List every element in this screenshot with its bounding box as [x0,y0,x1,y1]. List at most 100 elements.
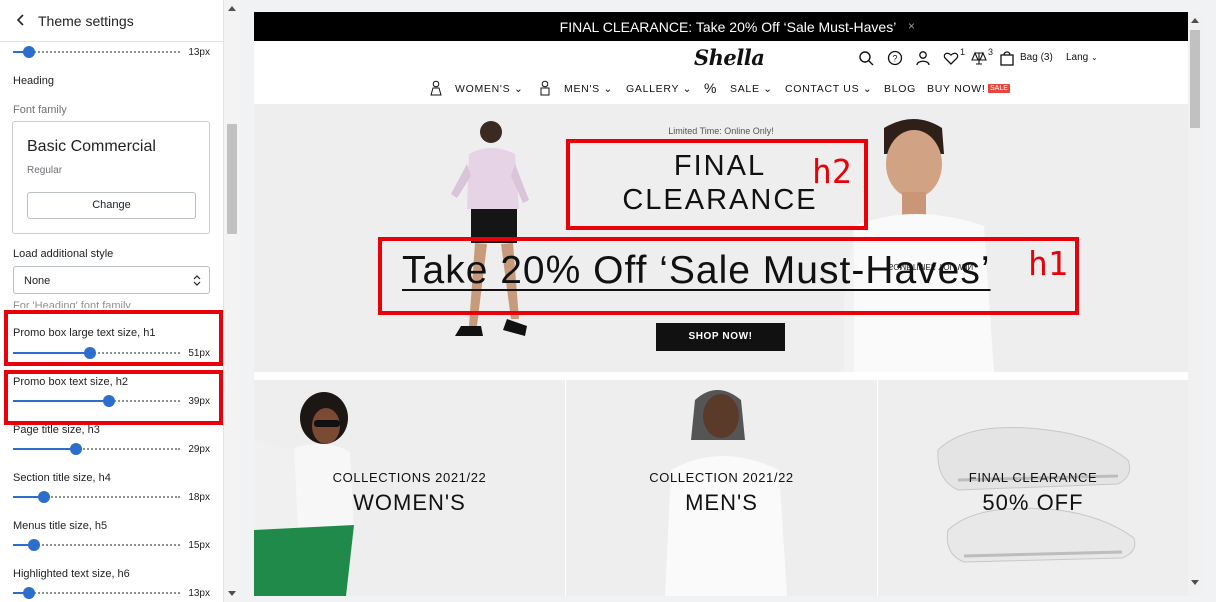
search-icon[interactable] [858,50,874,66]
announcement-bar: FINAL CLEARANCE: Take 20% Off ‘Sale Must… [254,12,1202,41]
mens-collection-image [665,390,787,596]
bag-label[interactable]: Bag (3) [1020,52,1053,63]
wishlist-icon[interactable] [943,50,959,66]
panel-title: Theme settings [38,13,134,29]
h3-size-slider[interactable]: 29px [13,443,210,455]
load-style-select[interactable]: None [13,266,210,294]
nav-label: MEN'S [564,83,600,95]
collection-card-womens[interactable]: COLLECTIONS 2021/22 WOMEN'S [254,380,565,596]
nav-item-gallery[interactable]: GALLERY ⌄ [626,83,692,95]
top-size-slider[interactable]: 13px [13,46,210,58]
select-arrows-icon [193,275,201,286]
scroll-up-icon[interactable] [1191,18,1199,23]
load-style-value: None [24,275,51,287]
collection-title: WOMEN'S [353,490,466,515]
nav-label: GALLERY [626,83,679,95]
compare-count: 3 [988,47,994,57]
slider-value: 13px [188,588,210,599]
load-style-note: For 'Heading' font family [13,300,131,308]
hero-kicker: Limited Time: Online Only! [668,126,774,136]
nav-item-contact[interactable]: CONTACT US ⌄ [785,83,872,95]
collection-kicker: FINAL CLEARANCE [968,470,1098,485]
nav-item-buy-now[interactable]: BUY NOW! [927,83,986,95]
slider-thumb[interactable] [28,539,40,551]
h1-highlight-box [378,237,1079,315]
change-font-button[interactable]: Change [27,192,196,219]
chevron-down-icon: ⌄ [862,83,873,95]
lang-label: Lang [1066,52,1089,63]
nav-label: SALE [730,83,760,95]
scroll-up-icon[interactable] [228,6,236,11]
sale-badge: SALE [988,84,1010,93]
h1-setting-highlight [4,310,223,366]
slider-thumb[interactable] [70,443,82,455]
collection-card-clearance[interactable]: FINAL CLEARANCE 50% OFF [878,380,1188,596]
h2-annotation: h2 [812,152,852,191]
collection-title: MEN'S [685,490,758,515]
load-style-label: Load additional style [13,248,114,260]
panel-scroll-thumb[interactable] [227,124,237,234]
collection-title: 50% OFF [982,490,1084,515]
bag-icon[interactable] [999,50,1015,66]
h3-size-label: Page title size, h3 [13,424,100,436]
svg-text:?: ? [892,54,897,64]
slider-thumb[interactable] [23,46,35,58]
compare-icon[interactable] [971,50,987,66]
back-arrow-icon[interactable] [14,12,28,28]
h2-setting-highlight [4,370,223,425]
nav-item-womens[interactable]: WOMEN'S ⌄ [455,83,523,95]
nav-item-mens[interactable]: MEN'S ⌄ [564,83,613,95]
theme-settings-panel: Theme settings 13px Heading Font family … [0,0,224,602]
heading-section-title: Heading [13,75,54,87]
scroll-down-icon[interactable] [1191,580,1199,585]
slider-thumb[interactable] [38,491,50,503]
slider-value: 18px [188,492,210,503]
help-icon[interactable]: ? [887,50,903,66]
men-icon [540,80,550,96]
nav-item-blog[interactable]: BLOG [884,83,916,95]
scroll-down-icon[interactable] [228,591,236,596]
women-icon [430,80,442,96]
font-family-card: Basic Commercial Regular Change [12,121,210,234]
nav-label: CONTACT US [785,83,860,95]
panel-scrollbar[interactable] [224,0,240,602]
font-name: Basic Commercial [27,138,156,155]
percent-icon: % [704,80,718,96]
font-style: Regular [27,165,63,176]
announcement-text[interactable]: FINAL CLEARANCE: Take 20% Off ‘Sale Must… [254,19,1202,35]
nav-label: WOMEN'S [455,83,511,95]
h5-size-slider[interactable]: 15px [13,539,210,551]
store-logo[interactable]: Shella [694,45,765,70]
h4-size-label: Section title size, h4 [13,472,111,484]
h4-size-slider[interactable]: 18px [13,491,210,503]
account-icon[interactable] [915,50,931,66]
chevron-down-icon: ⌄ [603,83,613,95]
chevron-down-icon: ⌄ [513,83,524,95]
woman-model-image [451,121,529,336]
chevron-down-icon: ⌄ [763,83,773,95]
collection-card-mens[interactable]: COLLECTION 2021/22 MEN'S [566,380,877,596]
slider-value: 15px [188,540,210,551]
h1-annotation: h1 [1028,244,1068,283]
chevron-down-icon: ⌄ [1091,53,1098,62]
hero-promo-box: SOMETIMES YOU WIN Limited Time: Online O… [254,104,1188,372]
collection-kicker: COLLECTION 2021/22 [649,470,794,485]
preview-scrollbar[interactable] [1188,12,1202,596]
wishlist-count: 1 [960,47,966,57]
collection-kicker: COLLECTIONS 2021/22 [332,470,487,485]
announcement-close-icon[interactable]: × [908,19,915,33]
preview-scroll-thumb[interactable] [1190,30,1200,128]
slider-value: 29px [188,444,210,455]
language-selector[interactable]: Lang ⌄ [1066,52,1098,63]
chevron-down-icon: ⌄ [682,83,693,95]
slider-thumb[interactable] [23,587,35,599]
h6-size-label: Highlighted text size, h6 [13,568,130,580]
slider-value: 13px [188,47,210,58]
nav-item-sale[interactable]: SALE ⌄ [730,83,773,95]
womens-collection-image [254,392,354,596]
main-nav: WOMEN'S ⌄ MEN'S ⌄ GALLERY ⌄ % SALE ⌄ CON… [254,78,1188,102]
h6-size-slider[interactable]: 13px [13,587,210,599]
storefront-preview: FINAL CLEARANCE: Take 20% Off ‘Sale Must… [254,12,1202,596]
font-family-label: Font family [13,104,67,116]
shop-now-button[interactable]: SHOP NOW! [656,323,785,351]
